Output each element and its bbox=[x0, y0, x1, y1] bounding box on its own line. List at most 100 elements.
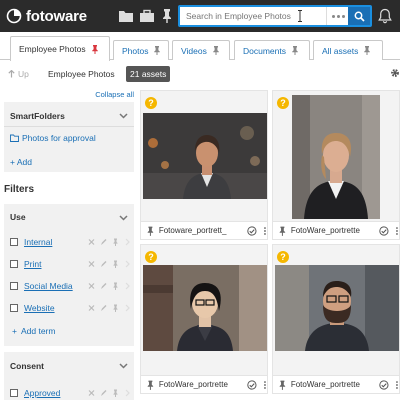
pin-icon[interactable] bbox=[91, 44, 99, 54]
search-box bbox=[178, 5, 372, 27]
checkbox[interactable] bbox=[10, 304, 18, 312]
pin-icon[interactable] bbox=[112, 238, 119, 246]
checkbox[interactable] bbox=[10, 389, 18, 397]
tab-employee-photos[interactable]: Employee Photos bbox=[10, 36, 110, 61]
check-circle-icon[interactable] bbox=[379, 225, 389, 236]
folder-icon[interactable] bbox=[118, 8, 134, 24]
pencil-icon[interactable] bbox=[100, 389, 107, 397]
pin-icon[interactable] bbox=[153, 46, 161, 55]
tab-all-assets[interactable]: All assets bbox=[313, 40, 383, 60]
close-icon[interactable] bbox=[88, 260, 95, 268]
asset-filename[interactable]: FotoWare_portrette bbox=[291, 380, 375, 389]
tab-documents[interactable]: Documents bbox=[234, 40, 310, 60]
fotoware-logo[interactable]: fotoware bbox=[6, 7, 87, 25]
smartfolders-panel: SmartFolders Photos for approval + Add bbox=[4, 102, 134, 172]
filter-term-row[interactable]: Social Media bbox=[10, 279, 73, 293]
chevron-down-icon[interactable] bbox=[119, 363, 128, 369]
close-icon[interactable] bbox=[88, 389, 95, 397]
checkbox[interactable] bbox=[10, 282, 18, 290]
check-circle-icon[interactable] bbox=[247, 379, 257, 390]
chevron-right-icon[interactable] bbox=[124, 304, 131, 312]
tab-label: Videos bbox=[181, 45, 207, 56]
filter-term-row[interactable]: Website bbox=[10, 301, 55, 315]
rating-badge[interactable]: ? bbox=[277, 251, 289, 263]
asset-footer: Fotoware_portrett_ bbox=[141, 221, 267, 239]
filter-term-row[interactable]: Approved bbox=[10, 386, 60, 400]
consent-filter-panel: Consent Approved bbox=[4, 352, 134, 400]
pin-icon[interactable] bbox=[146, 226, 155, 236]
close-icon[interactable] bbox=[88, 304, 95, 312]
pin-icon[interactable] bbox=[212, 46, 220, 55]
checkbox[interactable] bbox=[10, 238, 18, 246]
more-vertical-icon[interactable] bbox=[263, 226, 267, 236]
rating-badge[interactable]: ? bbox=[145, 97, 157, 109]
up-label: Up bbox=[18, 69, 29, 79]
add-term-button[interactable]: + Add term bbox=[12, 324, 55, 338]
pin-icon[interactable] bbox=[112, 282, 119, 290]
pin-icon[interactable] bbox=[291, 46, 299, 55]
pin-icon[interactable] bbox=[112, 260, 119, 268]
chevron-right-icon[interactable] bbox=[124, 282, 131, 290]
tab-label: Employee Photos bbox=[19, 44, 86, 54]
asset-footer: FotoWare_portrette bbox=[273, 375, 399, 393]
chevron-down-icon[interactable] bbox=[119, 113, 128, 119]
term-actions bbox=[88, 389, 131, 397]
asset-card[interactable]: ? FotoWare_portrette bbox=[272, 90, 400, 240]
asset-filename[interactable]: FotoWare_portrette bbox=[159, 380, 243, 389]
asset-filename[interactable]: FotoWare_portrette bbox=[291, 226, 375, 235]
bell-icon[interactable] bbox=[378, 8, 392, 24]
asset-card[interactable]: ? FotoWare_portrette bbox=[140, 244, 268, 394]
more-vertical-icon[interactable] bbox=[395, 226, 399, 236]
close-icon[interactable] bbox=[88, 282, 95, 290]
chevron-down-icon[interactable] bbox=[119, 215, 128, 221]
asset-card[interactable]: ? Fotoware_portrett_ bbox=[140, 90, 268, 240]
more-vertical-icon[interactable] bbox=[263, 380, 267, 390]
pin-icon[interactable] bbox=[159, 8, 175, 24]
close-icon[interactable] bbox=[88, 238, 95, 246]
pin-icon[interactable] bbox=[146, 380, 155, 390]
tab-label: All assets bbox=[322, 45, 359, 56]
asset-thumbnail[interactable] bbox=[292, 95, 380, 219]
smartfolder-item[interactable]: Photos for approval bbox=[10, 131, 96, 145]
pin-icon[interactable] bbox=[112, 304, 119, 312]
briefcase-icon[interactable] bbox=[139, 8, 155, 24]
pencil-icon[interactable] bbox=[100, 282, 107, 290]
chevron-right-icon[interactable] bbox=[124, 260, 131, 268]
pin-icon[interactable] bbox=[278, 226, 287, 236]
up-button[interactable]: Up bbox=[8, 69, 29, 79]
pin-icon[interactable] bbox=[112, 389, 119, 397]
filter-term-row[interactable]: Internal bbox=[10, 235, 52, 249]
asset-thumbnail[interactable] bbox=[143, 113, 267, 199]
pin-icon[interactable] bbox=[278, 380, 287, 390]
tab-photos[interactable]: Photos bbox=[113, 40, 169, 60]
tab-videos[interactable]: Videos bbox=[172, 40, 230, 60]
pencil-icon[interactable] bbox=[100, 238, 107, 246]
checkbox[interactable] bbox=[10, 260, 18, 268]
filter-term-label[interactable]: Approved bbox=[24, 388, 60, 398]
asset-thumbnail[interactable] bbox=[143, 265, 267, 351]
asset-filename[interactable]: Fotoware_portrett_ bbox=[159, 226, 243, 235]
rating-badge[interactable]: ? bbox=[277, 97, 289, 109]
search-button[interactable] bbox=[348, 7, 370, 25]
pencil-icon[interactable] bbox=[100, 260, 107, 268]
pin-icon[interactable] bbox=[363, 46, 371, 55]
check-circle-icon[interactable] bbox=[379, 379, 389, 390]
asset-footer: FotoWare_portrette bbox=[273, 221, 399, 239]
pencil-icon[interactable] bbox=[100, 304, 107, 312]
search-options-button[interactable] bbox=[326, 7, 350, 25]
rating-badge[interactable]: ? bbox=[145, 251, 157, 263]
asset-thumbnail[interactable] bbox=[275, 265, 399, 351]
gear-icon[interactable] bbox=[390, 68, 400, 78]
check-circle-icon[interactable] bbox=[247, 225, 257, 236]
add-smartfolder-button[interactable]: + Add bbox=[10, 157, 32, 167]
filter-term-label[interactable]: Print bbox=[24, 259, 41, 269]
filter-term-label[interactable]: Website bbox=[24, 303, 55, 313]
asset-card[interactable]: ? FotoWare_portrette bbox=[272, 244, 400, 394]
chevron-right-icon[interactable] bbox=[124, 238, 131, 246]
chevron-right-icon[interactable] bbox=[124, 389, 131, 397]
collapse-all-link[interactable]: Collapse all bbox=[95, 90, 134, 99]
filter-term-row[interactable]: Print bbox=[10, 257, 41, 271]
filter-term-label[interactable]: Social Media bbox=[24, 281, 73, 291]
filter-term-label[interactable]: Internal bbox=[24, 237, 52, 247]
more-vertical-icon[interactable] bbox=[395, 380, 399, 390]
